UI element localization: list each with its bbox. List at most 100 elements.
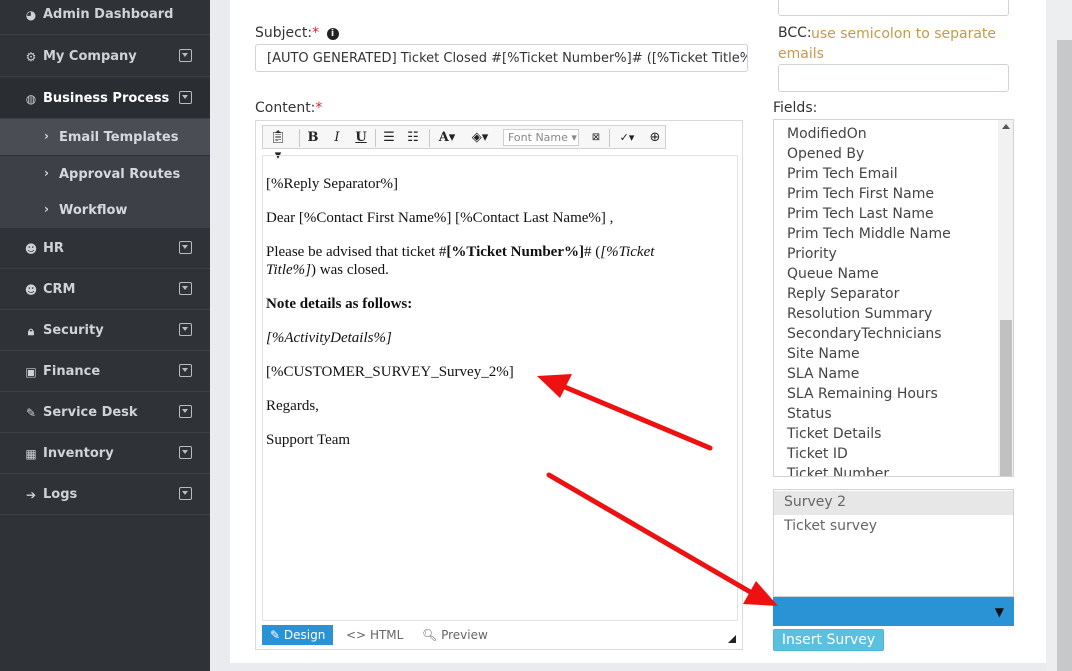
sidebar-subitem-label: Email Templates <box>59 130 179 145</box>
fields-list[interactable]: ModifiedOn Opened By Prim Tech Email Pri… <box>773 119 1014 477</box>
field-item[interactable]: SecondaryTechnicians <box>787 326 942 342</box>
content-paragraph: Dear [%Contact First Name%] [%Contact La… <box>266 210 614 226</box>
underline-button[interactable]: U <box>353 129 369 147</box>
content-paragraph: Regards, <box>266 398 319 414</box>
sidebar-item-inventory[interactable]: ▦ Inventory <box>0 434 210 474</box>
field-item[interactable]: Prim Tech Last Name <box>787 206 934 222</box>
sidebar-item-label: HR <box>43 241 64 256</box>
field-item[interactable]: Ticket Details <box>787 426 881 442</box>
fields-scrollbar-thumb[interactable] <box>1000 320 1012 476</box>
numbered-list-icon[interactable]: ☷ <box>403 129 423 147</box>
italic-button[interactable]: I <box>329 129 345 147</box>
subject-input[interactable]: [AUTO GENERATED] Ticket Closed #[%Ticket… <box>255 44 748 72</box>
bcc-hint: use semicolon to separate <box>811 26 997 42</box>
field-item[interactable]: Prim Tech Middle Name <box>787 226 951 242</box>
bcc-hint-continued: emails <box>778 46 824 62</box>
tab-preview[interactable]: 🔍︎ Preview <box>422 625 488 645</box>
sidebar-item-security[interactable]: 🔒︎ Security <box>0 311 210 351</box>
content-paragraph: Support Team <box>266 432 351 448</box>
sidebar-item-label: Logs <box>43 487 78 502</box>
sidebar-subitem-approval-routes[interactable]: › Approval Routes <box>0 156 210 192</box>
editor-mode-bar: ✎ Design <> HTML 🔍︎ Preview <box>262 625 738 647</box>
chevron-down-icon[interactable] <box>179 364 192 377</box>
spellcheck-icon[interactable]: ✓▾ <box>613 129 641 147</box>
highlight-color-icon[interactable]: ◈▾ <box>465 129 495 147</box>
cc-input[interactable] <box>778 0 1009 16</box>
field-item[interactable]: Queue Name <box>787 266 879 282</box>
field-item[interactable]: Status <box>787 406 832 422</box>
dashboard-icon: ◕ <box>25 8 37 22</box>
chevron-down-icon[interactable] <box>179 91 192 104</box>
field-item[interactable]: Ticket ID <box>787 446 848 462</box>
sidebar-subitem-workflow[interactable]: › Workflow <box>0 192 210 228</box>
field-item[interactable]: SLA Name <box>787 366 859 382</box>
bold-button[interactable]: B <box>305 129 321 147</box>
font-name-select[interactable]: Font Name ▾ <box>503 129 579 146</box>
chevron-down-icon[interactable] <box>179 446 192 459</box>
chevron-down-icon[interactable] <box>179 405 192 418</box>
lock-icon: 🔒︎ <box>27 324 35 338</box>
chevron-down-icon[interactable] <box>179 487 192 500</box>
fields-scrollbar[interactable] <box>998 120 1013 476</box>
bcc-label: BCC: <box>778 25 812 41</box>
sign-in-icon: ➔ <box>25 488 37 502</box>
wrench-icon: ✎ <box>25 406 37 420</box>
insert-survey-button[interactable]: Insert Survey <box>773 629 884 651</box>
content-label: Content:* <box>255 100 323 116</box>
globe-icon: ◍ <box>25 92 37 106</box>
field-item[interactable]: ModifiedOn <box>787 126 867 142</box>
chevron-right-icon: › <box>44 202 49 216</box>
field-item[interactable]: Ticket Number <box>787 466 889 476</box>
toolbar-divider <box>375 129 376 147</box>
editor-content[interactable]: [%Reply Separator%] Dear [%Contact First… <box>262 155 738 621</box>
sidebar-item-admin-dashboard[interactable]: ◕ Admin Dashboard <box>0 0 210 35</box>
sidebar-item-my-company[interactable]: ⚙ My Company <box>0 37 210 77</box>
font-color-button[interactable]: A▾ <box>435 129 459 147</box>
chevron-down-icon[interactable] <box>179 49 192 62</box>
field-item[interactable]: Reply Separator <box>787 286 899 302</box>
survey-option[interactable]: Ticket survey <box>774 515 1013 539</box>
building-icon: ▦ <box>25 447 37 461</box>
link-icon[interactable]: ⊕ <box>645 129 665 147</box>
sidebar-item-business-process[interactable]: ◍ Business Process <box>0 79 210 119</box>
bcc-input[interactable] <box>778 64 1009 92</box>
font-size-icon[interactable]: ⊠ <box>585 129 607 147</box>
resize-grip-icon[interactable] <box>728 635 736 643</box>
sidebar-item-hr[interactable]: ☻ HR <box>0 229 210 269</box>
survey-list[interactable]: Survey 2 Ticket survey <box>773 489 1014 597</box>
field-item[interactable]: Opened By <box>787 146 864 162</box>
users-icon: ☻ <box>24 242 38 256</box>
money-icon: ▣ <box>25 365 37 379</box>
field-item[interactable]: Prim Tech Email <box>787 166 898 182</box>
survey-select[interactable]: ▼ <box>773 597 1014 626</box>
field-item[interactable]: Site Name <box>787 346 860 362</box>
scroll-up-icon[interactable] <box>1002 124 1010 129</box>
toolbar-divider <box>609 129 610 147</box>
sidebar-subitem-email-templates[interactable]: › Email Templates <box>0 119 210 155</box>
sidebar-item-finance[interactable]: ▣ Finance <box>0 352 210 392</box>
sidebar-item-service-desk[interactable]: ✎ Service Desk <box>0 393 210 433</box>
required-mark: * <box>312 25 320 41</box>
tab-html[interactable]: <> HTML <box>346 625 403 645</box>
sidebar-item-label: Security <box>43 323 104 338</box>
bullet-list-icon[interactable]: ☰ <box>379 129 399 147</box>
info-icon[interactable]: i <box>326 28 339 40</box>
paste-icon[interactable]: 📋︎▾ <box>267 129 289 163</box>
chevron-down-icon[interactable] <box>179 323 192 336</box>
sidebar-item-crm[interactable]: ☻ CRM <box>0 270 210 310</box>
page-scrollbar[interactable] <box>1057 40 1072 671</box>
chevron-down-icon[interactable] <box>179 241 192 254</box>
field-item[interactable]: Resolution Summary <box>787 306 932 322</box>
sidebar-item-label: Service Desk <box>43 405 138 420</box>
toolbar-divider <box>429 129 430 147</box>
sidebar-subitem-label: Workflow <box>59 203 128 218</box>
field-item[interactable]: SLA Remaining Hours <box>787 386 938 402</box>
field-item[interactable]: Prim Tech First Name <box>787 186 934 202</box>
chevron-down-icon[interactable] <box>179 282 192 295</box>
field-item[interactable]: Priority <box>787 246 837 262</box>
subject-label: Subject:* i <box>255 25 339 41</box>
sidebar-item-label: CRM <box>43 282 76 297</box>
tab-design[interactable]: ✎ Design <box>262 625 334 645</box>
sidebar-item-logs[interactable]: ➔ Logs <box>0 475 210 515</box>
survey-option[interactable]: Survey 2 <box>774 491 1013 515</box>
